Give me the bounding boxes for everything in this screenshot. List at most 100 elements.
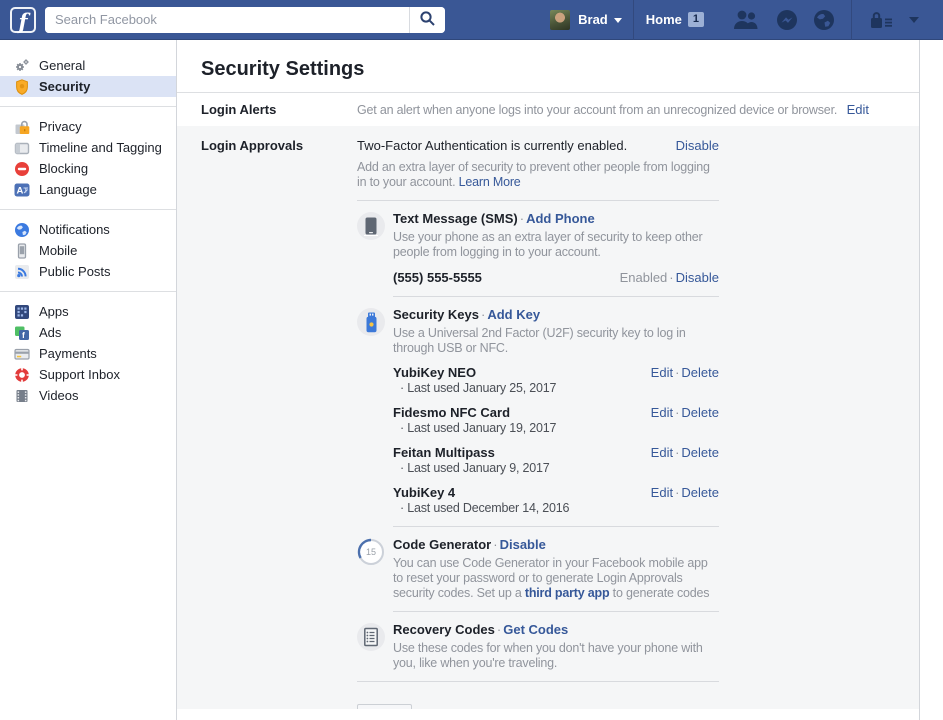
key-delete-link[interactable]: Delete [681,445,719,460]
sidebar-item-label: Timeline and Tagging [39,140,162,155]
chevron-down-icon [614,18,622,27]
sidebar-item-public-posts[interactable]: Public Posts [0,261,176,282]
film-icon [13,387,30,404]
sidebar-item-timeline-tagging[interactable]: Timeline and Tagging [0,137,176,158]
learn-more-link[interactable]: Learn More [459,175,521,189]
sms-body: Text Message (SMS)·Add Phone Use your ph… [393,211,719,286]
page-title: Security Settings [201,58,919,80]
sms-disable-link[interactable]: Disable [676,270,719,285]
recovery-codes-title-row: Recovery Codes·Get Codes [393,622,719,638]
key-name: Fidesmo NFC Card [393,405,556,421]
key-delete-link[interactable]: Delete [681,365,719,380]
key-info: YubiKey NEO · Last used January 25, 2017 [393,365,556,396]
sidebar-item-apps[interactable]: Apps [0,301,176,322]
svg-text:A: A [16,185,23,196]
add-key-link[interactable]: Add Key [487,307,540,322]
recovery-codes-title: Recovery Codes [393,622,495,637]
lock-icon [13,118,30,135]
sms-block: Text Message (SMS)·Add Phone Use your ph… [357,211,719,286]
key-edit-link[interactable]: Edit [651,445,673,460]
key-delete-link[interactable]: Delete [681,485,719,500]
security-key-row: Feitan Multipass · Last used January 9, … [393,445,719,476]
account-menu-caret[interactable] [909,11,919,28]
notifications-globe-icon[interactable] [813,9,835,31]
sidebar-item-support-inbox[interactable]: Support Inbox [0,364,176,385]
get-codes-link[interactable]: Get Codes [503,622,568,637]
sidebar-item-videos[interactable]: Videos [0,385,176,406]
sidebar-item-label: Videos [39,388,79,403]
globe-icon [13,221,30,238]
profile-menu[interactable]: Brad [539,0,633,39]
chevron-down-icon [909,17,919,28]
sidebar-item-notifications[interactable]: Notifications [0,219,176,240]
key-edit-link[interactable]: Edit [651,365,673,380]
sidebar-item-label: Mobile [39,243,77,258]
code-generator-disable-link[interactable]: Disable [500,537,546,552]
credit-card-icon [13,345,30,362]
code-generator-body: Code Generator·Disable You can use Code … [393,537,719,601]
content-area: General Security Privacy Timeline and Ta [0,40,943,720]
sidebar-item-label: Language [39,182,97,197]
security-key-row: YubiKey 4 · Last used December 14, 2016 … [393,485,719,516]
description-text: Add an extra layer of security to preven… [357,160,710,189]
code-generator-description: You can use Code Generator in your Faceb… [393,556,719,601]
sidebar-item-mobile[interactable]: Mobile [0,240,176,261]
sidebar-item-security[interactable]: Security [0,76,176,97]
phone-number-row: (555) 555-5555 Enabled·Disable [393,270,719,286]
dot-separator: · [667,270,675,285]
key-last-used: · Last used January 19, 2017 [400,421,556,436]
home-link[interactable]: Home 1 [634,0,716,39]
home-label: Home [646,12,682,27]
add-phone-link[interactable]: Add Phone [526,211,595,226]
login-alerts-edit-link[interactable]: Edit [847,102,869,117]
key-name: YubiKey 4 [393,485,569,501]
key-edit-link[interactable]: Edit [651,405,673,420]
divider [393,526,719,527]
divider [357,681,719,682]
messenger-icon[interactable] [776,9,798,31]
svg-text:f: f [22,330,25,340]
sms-title: Text Message (SMS) [393,211,518,226]
usb-key-icon [357,308,385,336]
key-edit-link[interactable]: Edit [651,485,673,500]
sidebar-item-privacy[interactable]: Privacy [0,116,176,137]
phone-status: Enabled·Disable [620,270,719,286]
security-keys-description: Use a Universal 2nd Factor (U2F) securit… [393,326,719,356]
key-last-used: · Last used January 25, 2017 [400,381,556,396]
sidebar-item-label: Support Inbox [39,367,120,382]
ads-icon: f [13,324,30,341]
sidebar-item-payments[interactable]: Payments [0,343,176,364]
two-factor-status-row: Two-Factor Authentication is currently e… [357,138,719,154]
key-actions: Edit·Delete [651,405,719,436]
mobile-phone-icon [13,242,30,259]
avatar[interactable] [550,10,570,30]
sidebar-item-general[interactable]: General [0,55,176,76]
sidebar-item-language[interactable]: A Language [0,179,176,200]
header-icons [716,0,851,39]
right-margin [920,40,943,720]
code-generator-icon: 15 [357,538,385,566]
sidebar-item-ads[interactable]: f Ads [0,322,176,343]
login-alerts-label: Login Alerts [201,102,357,117]
key-delete-link[interactable]: Delete [681,405,719,420]
search-button[interactable] [409,7,445,33]
recovery-codes-body: Recovery Codes·Get Codes Use these codes… [393,622,719,671]
friend-requests-icon[interactable] [732,9,761,30]
sidebar-item-label: Privacy [39,119,82,134]
two-factor-disable-link[interactable]: Disable [676,138,719,154]
login-approvals-content: Two-Factor Authentication is currently e… [357,138,719,709]
close-button[interactable]: Close [357,704,412,709]
security-keys-block: Security Keys·Add Key Use a Universal 2n… [357,307,719,516]
dot-separator: · [491,537,499,552]
privacy-shortcuts-icon[interactable] [870,10,895,29]
search-input[interactable] [45,7,409,33]
divider [357,200,719,201]
facebook-logo[interactable]: f [10,7,36,33]
third-party-app-link[interactable]: third party app [525,586,610,600]
security-settings-panel: Security Settings Login Alerts Get an al… [177,40,920,720]
key-info: YubiKey 4 · Last used December 14, 2016 [393,485,569,516]
sidebar-item-blocking[interactable]: Blocking [0,158,176,179]
login-approvals-label: Login Approvals [201,138,357,709]
recovery-codes-block: Recovery Codes·Get Codes Use these codes… [357,622,719,671]
login-alerts-description: Get an alert when anyone logs into your … [357,103,837,117]
